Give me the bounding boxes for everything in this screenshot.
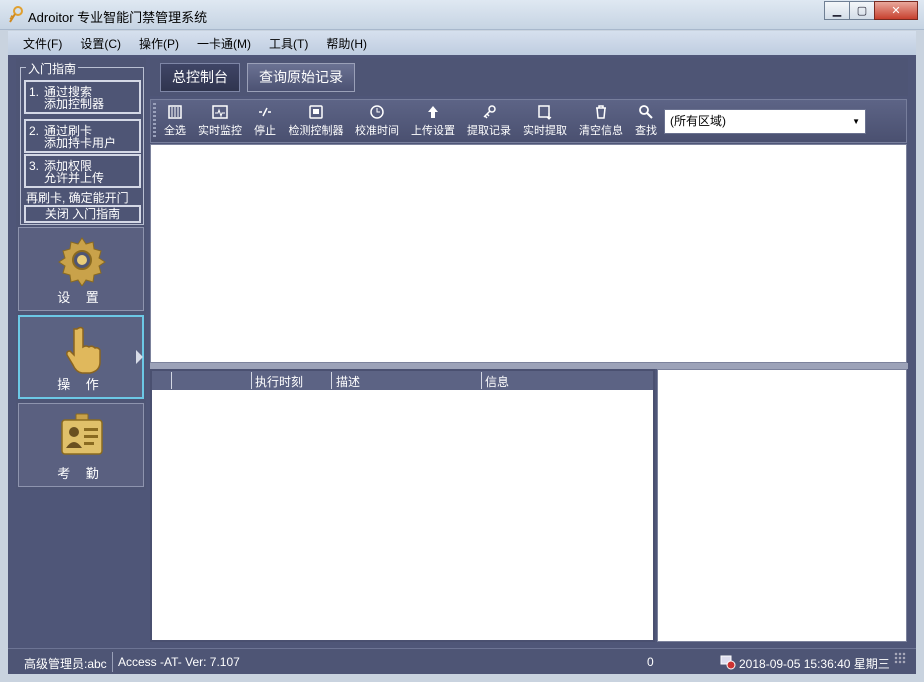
menu-tools[interactable]: 工具(T): [260, 35, 317, 52]
stop-icon: [259, 107, 271, 117]
guide-step-add-permission[interactable]: 3. 添加权限 允许并上传: [24, 154, 141, 188]
tab-raw-records[interactable]: 查询原始记录: [247, 63, 355, 92]
floppy-download-icon: [538, 105, 552, 120]
nav-attendance-label: 考 勤: [57, 466, 105, 481]
guide-step-line2: 添加控制器: [44, 97, 105, 111]
id-badge-icon: [61, 413, 103, 455]
check-controller-button[interactable]: 检测控制器: [286, 102, 346, 140]
guide-note: 再刷卡, 确定能开门: [26, 191, 129, 205]
status-separator: [112, 652, 113, 672]
menu-operation[interactable]: 操作(P): [130, 35, 188, 52]
app-logo-icon: [9, 6, 23, 23]
key-icon: [483, 105, 496, 119]
event-log-panel[interactable]: [150, 369, 655, 642]
tool-label: 停止: [254, 125, 276, 137]
realtime-monitor-button[interactable]: 实时监控: [196, 102, 244, 140]
nav-settings-button[interactable]: 设 置: [18, 227, 144, 311]
upload-arrow-icon: [428, 106, 438, 118]
status-user: 高级管理员:abc: [24, 657, 107, 671]
guide-step-add-cardholder[interactable]: 2. 通过刷卡 添加持卡用户: [24, 119, 141, 153]
menu-settings[interactable]: 设置(C): [71, 35, 130, 52]
tool-label: 提取记录: [467, 125, 511, 137]
nav-operation-label: 操 作: [57, 377, 105, 392]
tool-label: 校准时间: [355, 125, 399, 137]
status-version: Access -AT- Ver: 7.107: [118, 655, 240, 669]
window-titlebar: Adroitor 专业智能门禁管理系统 ▁ ▢ ✕: [0, 0, 924, 30]
guide-step-line2: 添加持卡用户: [44, 136, 117, 150]
monitor-icon: [212, 105, 228, 119]
nav-settings-label: 设 置: [57, 290, 105, 305]
fetch-records-button[interactable]: 提取记录: [465, 102, 513, 140]
realtime-fetch-button[interactable]: 实时提取: [521, 102, 569, 140]
tool-label: 清空信息: [579, 125, 623, 137]
nav-operation-button[interactable]: 操 作: [18, 315, 144, 399]
search-icon: [639, 105, 653, 119]
column-description[interactable]: 描述: [336, 373, 360, 390]
menu-bar: 文件(F) 设置(C) 操作(P) 一卡通(M) 工具(T) 帮助(H): [8, 31, 916, 55]
resize-grip[interactable]: [894, 652, 906, 664]
clock-icon: [370, 105, 384, 119]
guide-step-number: 3.: [29, 159, 40, 173]
area-select-value: (所有区域): [670, 114, 726, 128]
column-separator: [331, 372, 332, 389]
dropdown-arrow-icon: ▼: [852, 117, 860, 126]
tool-label: 检测控制器: [288, 125, 344, 137]
tool-label: 全选: [164, 125, 186, 137]
close-guide-button[interactable]: 关闭 入门指南: [24, 205, 141, 223]
window-bottom-border: [0, 674, 924, 682]
trash-icon: [596, 105, 606, 119]
tool-label: 查找: [635, 125, 657, 137]
minimize-button[interactable]: ▁: [824, 1, 850, 20]
select-all-icon: [168, 105, 182, 119]
column-separator: [171, 372, 172, 389]
detail-panel: [657, 369, 907, 642]
controller-check-icon: [309, 105, 323, 119]
guide-step-number: 2.: [29, 124, 40, 138]
column-time[interactable]: 执行时刻: [255, 373, 303, 390]
hand-pointer-icon: [66, 326, 101, 374]
clock-sync-icon: [720, 655, 736, 670]
column-separator: [251, 372, 252, 389]
maximize-button[interactable]: ▢: [849, 1, 875, 20]
calibrate-time-button[interactable]: 校准时间: [353, 102, 401, 140]
tab-console[interactable]: 总控制台: [160, 63, 240, 92]
guide-step-line2: 允许并上传: [44, 171, 105, 185]
status-count: 0: [647, 655, 654, 669]
toolbar-grip[interactable]: [153, 103, 156, 137]
area-select[interactable]: (所有区域) ▼: [664, 109, 866, 134]
menu-card[interactable]: 一卡通(M): [188, 35, 260, 52]
active-indicator-arrow: [136, 350, 143, 364]
guide-legend: 入门指南: [26, 60, 79, 77]
guide-step-number: 1.: [29, 85, 40, 99]
clear-info-button[interactable]: 清空信息: [577, 102, 625, 140]
tool-label: 实时提取: [523, 125, 567, 137]
event-log-header: 执行时刻 描述 信息: [152, 371, 653, 390]
window-title: Adroitor 专业智能门禁管理系统: [28, 10, 208, 25]
search-button[interactable]: 查找: [633, 102, 659, 140]
nav-attendance-button[interactable]: 考 勤: [18, 403, 144, 487]
status-datetime: 2018-09-05 15:36:40 星期三: [739, 657, 890, 671]
guide-step-search-controller[interactable]: 1. 通过搜索 添加控制器: [24, 80, 141, 114]
column-info[interactable]: 信息: [485, 373, 509, 390]
tool-label: 上传设置: [411, 125, 455, 137]
gear-icon: [58, 237, 106, 286]
controller-list-panel[interactable]: [150, 144, 907, 363]
close-button[interactable]: ✕: [874, 1, 918, 20]
tool-label: 实时监控: [198, 125, 242, 137]
menu-help[interactable]: 帮助(H): [317, 35, 376, 52]
menu-file[interactable]: 文件(F): [14, 35, 71, 52]
status-bar: 高级管理员:abc Access -AT- Ver: 7.107 0 2018-…: [8, 648, 916, 674]
column-separator: [481, 372, 482, 389]
upload-settings-button[interactable]: 上传设置: [409, 102, 457, 140]
select-all-button[interactable]: 全选: [162, 102, 188, 140]
stop-button[interactable]: 停止: [252, 102, 278, 140]
